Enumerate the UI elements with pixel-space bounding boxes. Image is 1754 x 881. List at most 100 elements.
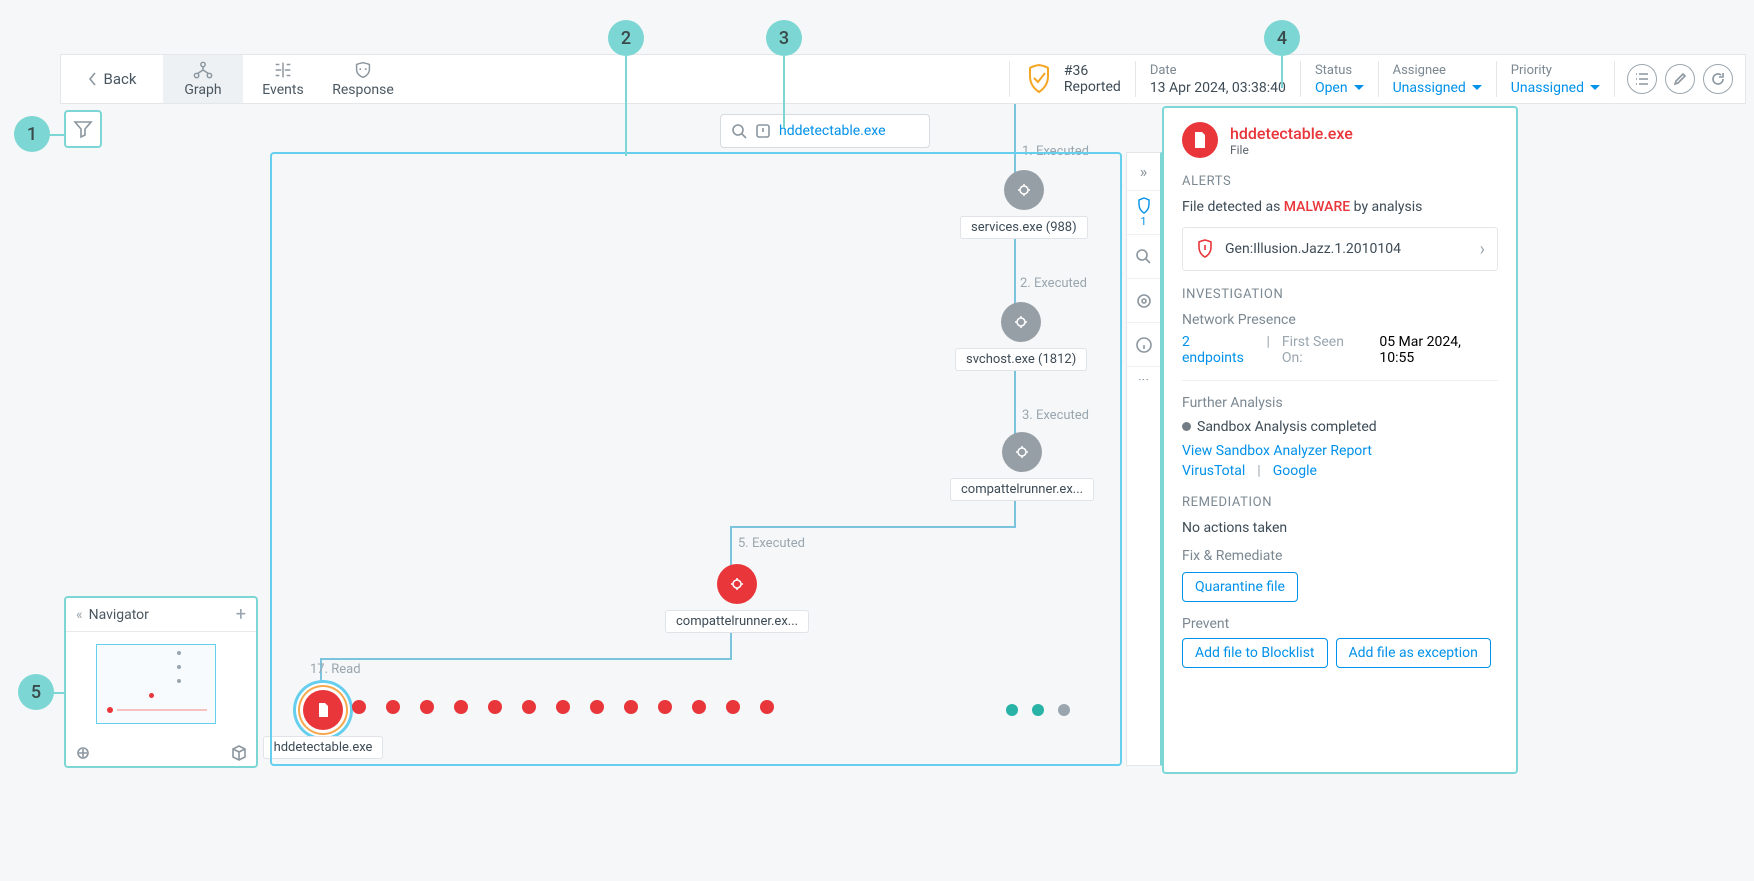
section-investigation: INVESTIGATION bbox=[1182, 287, 1498, 302]
cube-icon[interactable] bbox=[230, 744, 248, 762]
fix-remediate-label: Fix & Remediate bbox=[1182, 548, 1498, 564]
panel-title: hddetectable.exe File bbox=[1182, 122, 1498, 158]
alert-pre: File detected as bbox=[1182, 199, 1284, 215]
further-analysis-label: Further Analysis bbox=[1182, 395, 1498, 411]
endpoints-link[interactable]: 2 endpoints bbox=[1182, 334, 1254, 366]
minimap-viewport[interactable] bbox=[96, 644, 216, 724]
toolbar-actions bbox=[1614, 61, 1745, 97]
add-button[interactable]: + bbox=[236, 604, 246, 625]
prevent-label: Prevent bbox=[1182, 616, 1498, 632]
toolbar: Back Graph Events Response #36 Reported … bbox=[60, 54, 1746, 104]
list-button[interactable] bbox=[1627, 64, 1657, 94]
graph-icon bbox=[192, 60, 214, 80]
target-icon bbox=[1135, 292, 1153, 310]
side-rail: » 1 ⋮ bbox=[1126, 152, 1162, 766]
assignee-value: Unassigned bbox=[1393, 80, 1466, 96]
edit-button[interactable] bbox=[1665, 64, 1695, 94]
chevron-down-icon bbox=[1590, 85, 1600, 90]
blocklist-label: Add file to Blocklist bbox=[1195, 645, 1315, 661]
callout-5-num: 5 bbox=[31, 682, 41, 703]
date-value: 13 Apr 2024, 03:38:40 bbox=[1150, 80, 1286, 96]
sandbox-status: Sandbox Analysis completed bbox=[1182, 419, 1498, 435]
status-dot-icon bbox=[1182, 422, 1191, 431]
blocklist-button[interactable]: Add file to Blocklist bbox=[1182, 638, 1328, 668]
tab-events[interactable]: Events bbox=[243, 55, 323, 103]
alert-post: by analysis bbox=[1350, 199, 1422, 215]
sandbox-report-link[interactable]: View Sandbox Analyzer Report bbox=[1182, 443, 1372, 459]
header-priority[interactable]: Priority Unassigned bbox=[1496, 61, 1614, 97]
rail-search[interactable] bbox=[1127, 235, 1160, 279]
back-label: Back bbox=[104, 70, 137, 88]
details-panel: hddetectable.exe File ALERTS File detect… bbox=[1162, 106, 1518, 774]
alert-badge: #36 Reported bbox=[1009, 61, 1135, 97]
priority-value: Unassigned bbox=[1511, 80, 1584, 96]
callout-1: 1 bbox=[14, 116, 50, 152]
magnify-icon bbox=[1135, 248, 1153, 266]
virustotal-link[interactable]: VirusTotal bbox=[1182, 463, 1245, 479]
callout-line-3 bbox=[783, 56, 785, 128]
shield-icon bbox=[1024, 62, 1054, 96]
exception-button[interactable]: Add file as exception bbox=[1336, 638, 1491, 668]
alert-summary: File detected as MALWARE by analysis bbox=[1182, 199, 1498, 215]
rail-alerts[interactable]: 1 bbox=[1127, 191, 1160, 235]
first-seen-value: 05 Mar 2024, 10:55 bbox=[1379, 334, 1498, 366]
reset-view-icon[interactable] bbox=[74, 744, 92, 762]
sandbox-done: Sandbox Analysis completed bbox=[1197, 419, 1377, 435]
filter-button[interactable] bbox=[64, 110, 102, 148]
section-alerts: ALERTS bbox=[1182, 174, 1498, 189]
file-name: hddetectable.exe bbox=[1230, 124, 1353, 143]
alert-item-row[interactable]: Gen:Illusion.Jazz.1.2010104 › bbox=[1182, 227, 1498, 271]
header-assignee[interactable]: Assignee Unassigned bbox=[1378, 61, 1496, 97]
file-icon bbox=[1182, 122, 1218, 158]
chevron-down-icon bbox=[1472, 85, 1482, 90]
alert-status: Reported bbox=[1064, 79, 1121, 95]
list-icon bbox=[1634, 72, 1650, 86]
quarantine-button[interactable]: Quarantine file bbox=[1182, 572, 1298, 602]
callout-3-num: 3 bbox=[779, 28, 789, 49]
header-status[interactable]: Status Open bbox=[1300, 61, 1378, 97]
filter-icon bbox=[73, 119, 93, 139]
refresh-button[interactable] bbox=[1703, 64, 1733, 94]
chevron-down-icon bbox=[1354, 85, 1364, 90]
events-icon bbox=[272, 60, 294, 80]
info-icon bbox=[1135, 336, 1153, 354]
graph-dot-row-right bbox=[1006, 704, 1070, 716]
prevent-buttons: Add file to Blocklist Add file as except… bbox=[1182, 638, 1498, 668]
tab-graph[interactable]: Graph bbox=[163, 55, 243, 103]
file-warn-icon bbox=[755, 123, 771, 139]
file-kind: File bbox=[1230, 143, 1353, 157]
header-date: Date 13 Apr 2024, 03:38:40 bbox=[1135, 61, 1300, 97]
navigator-header: « Navigator + bbox=[66, 598, 256, 632]
rail-info[interactable] bbox=[1127, 323, 1160, 367]
callout-4-num: 4 bbox=[1277, 28, 1287, 49]
status-label: Status bbox=[1315, 63, 1364, 78]
chevron-left-double-icon[interactable]: « bbox=[76, 607, 83, 623]
first-seen-label: First Seen On: bbox=[1282, 334, 1367, 366]
callout-1-num: 1 bbox=[27, 124, 37, 145]
priority-label: Priority bbox=[1511, 63, 1600, 78]
shield-outline-icon bbox=[1136, 197, 1152, 215]
google-link[interactable]: Google bbox=[1273, 463, 1317, 479]
expand-panel-button[interactable]: » bbox=[1127, 153, 1160, 191]
back-button[interactable]: Back bbox=[61, 55, 163, 103]
alert-malware: MALWARE bbox=[1284, 199, 1350, 215]
rail-more[interactable]: ⋮ bbox=[1127, 367, 1160, 391]
graph-viewport[interactable] bbox=[270, 152, 1122, 766]
chevron-right-icon: › bbox=[1480, 239, 1485, 260]
navigator-minimap[interactable] bbox=[66, 632, 256, 740]
quarantine-label: Quarantine file bbox=[1195, 579, 1285, 595]
search-input[interactable]: hddetectable.exe bbox=[720, 114, 930, 148]
tab-response[interactable]: Response bbox=[323, 55, 403, 103]
navigator-title: Navigator bbox=[89, 607, 236, 623]
tab-graph-label: Graph bbox=[184, 82, 221, 98]
tab-events-label: Events bbox=[262, 82, 303, 98]
callout-line-2 bbox=[625, 56, 627, 156]
refresh-icon bbox=[1710, 71, 1726, 87]
rail-target[interactable] bbox=[1127, 279, 1160, 323]
exception-label: Add file as exception bbox=[1349, 645, 1478, 661]
alert-item-name: Gen:Illusion.Jazz.1.2010104 bbox=[1225, 241, 1470, 257]
search-icon bbox=[731, 123, 747, 139]
alert-id: #36 bbox=[1064, 63, 1121, 79]
no-actions: No actions taken bbox=[1182, 520, 1498, 536]
chevron-left-icon bbox=[88, 72, 98, 86]
